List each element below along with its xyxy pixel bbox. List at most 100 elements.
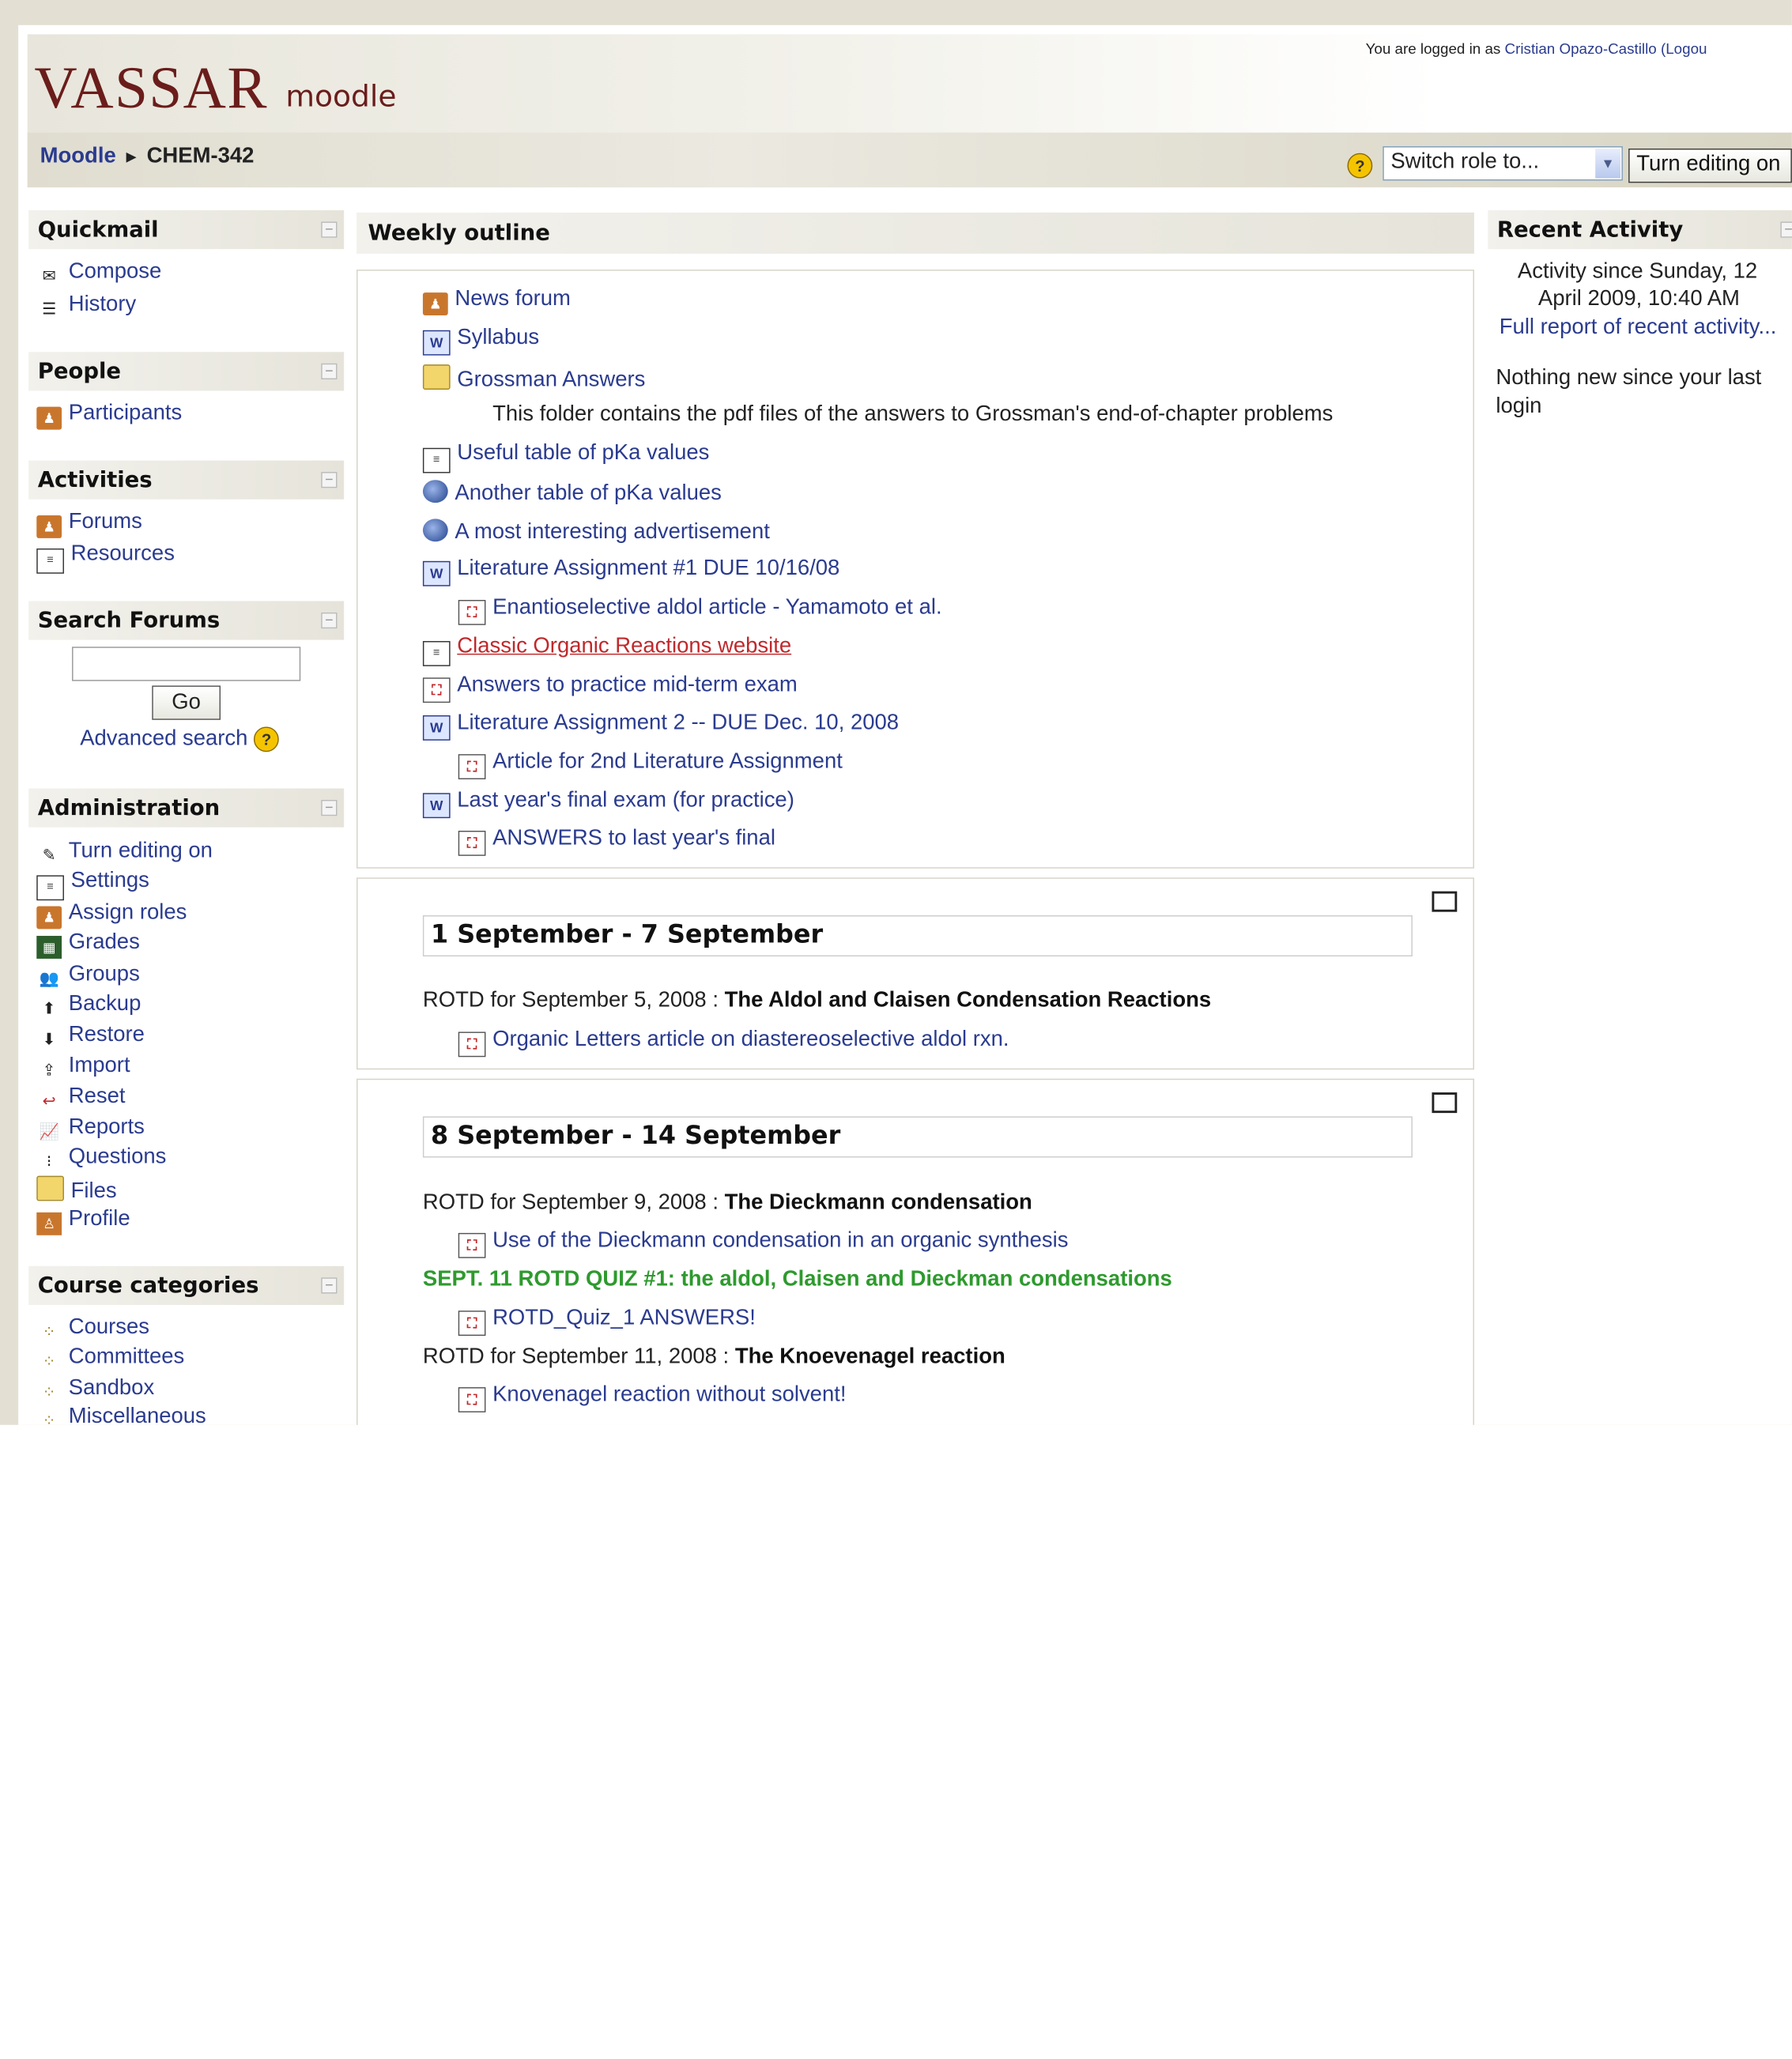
activity-link[interactable]: A most interesting advertisement <box>455 520 769 544</box>
activity-advertisement[interactable]: A most interesting advertisement <box>422 519 770 545</box>
activity-link[interactable]: Article for 2nd Literature Assignment <box>492 749 843 773</box>
collapse-icon[interactable] <box>321 799 338 816</box>
sidebar-item-label[interactable]: Resources <box>71 541 175 565</box>
help-icon[interactable]: ? <box>254 726 279 752</box>
collapse-icon[interactable] <box>1780 221 1792 238</box>
sidebar-item-label[interactable]: Reports <box>69 1115 145 1139</box>
sidebar-item-committees[interactable]: ⁘ Committees <box>36 1345 185 1373</box>
full-report-link[interactable]: Full report of recent activity... <box>1500 315 1777 339</box>
collapse-icon[interactable] <box>321 1277 338 1294</box>
advanced-search-link[interactable]: Advanced search <box>80 726 247 750</box>
activity-link[interactable]: Literature Assignment 2 -- DUE Dec. 10, … <box>457 711 899 734</box>
sidebar-item-groups[interactable]: 👥 Groups <box>36 962 140 990</box>
sidebar-item-label[interactable]: Settings <box>71 869 149 892</box>
activity-article-2nd-assignment[interactable]: ⛶ Article for 2nd Literature Assignment <box>458 749 843 779</box>
breadcrumb-home[interactable]: Moodle <box>40 144 116 168</box>
activity-dieckmann-synthesis[interactable]: ⛶ Use of the Dieckmann condensation in an… <box>458 1228 1068 1258</box>
sidebar-item-reset[interactable]: ↩ Reset <box>36 1084 126 1112</box>
sidebar-item-label[interactable]: History <box>69 292 136 316</box>
activity-link[interactable]: Answers to practice mid-term exam <box>457 673 797 697</box>
sidebar-item-label[interactable]: Backup <box>69 992 141 1016</box>
sidebar-item-history[interactable]: ☰ History <box>36 292 136 320</box>
sidebar-item-reports[interactable]: 📈 Reports <box>36 1115 145 1143</box>
activity-link[interactable]: Another table of pKa values <box>455 481 721 505</box>
sidebar-item-sandbox[interactable]: ⁘ Sandbox <box>36 1376 155 1404</box>
sidebar-item-backup[interactable]: ⬆ Backup <box>36 992 141 1020</box>
search-input[interactable] <box>72 647 301 681</box>
activity-link[interactable]: Classic Organic Reactions website <box>457 634 791 658</box>
activity-link[interactable]: Useful table of pKa values <box>457 441 709 465</box>
collapse-icon[interactable] <box>321 363 338 379</box>
sidebar-item-label[interactable]: Assign roles <box>69 900 187 924</box>
sidebar-item-label[interactable]: Miscellaneous <box>69 1405 206 1425</box>
sidebar-item-resources[interactable]: ≡ Resources <box>36 541 175 574</box>
sidebar-item-label[interactable]: Courses <box>69 1315 149 1339</box>
highlight-week-icon[interactable] <box>1432 1092 1458 1114</box>
activity-link[interactable]: Organic Letters article on diastereosele… <box>492 1028 1009 1051</box>
activity-grossman-answers[interactable]: Grossman Answers <box>422 364 645 393</box>
sidebar-item-label[interactable]: Restore <box>69 1023 145 1046</box>
highlight-week-icon[interactable] <box>1432 891 1458 912</box>
activity-news-forum[interactable]: ♟ News forum <box>422 287 571 316</box>
activity-link[interactable]: Knovenagel reaction without solvent! <box>492 1382 846 1406</box>
activity-another-pka-table[interactable]: Another table of pKa values <box>422 480 722 506</box>
sidebar-item-miscellaneous[interactable]: ⁘ Miscellaneous <box>36 1405 206 1425</box>
activity-midterm-answers[interactable]: ⛶ Answers to practice mid-term exam <box>422 673 798 703</box>
sidebar-item-files[interactable]: Files <box>36 1175 117 1205</box>
user-link[interactable]: Cristian Opazo-Castillo <box>1505 40 1657 58</box>
switch-role-select[interactable]: Switch role to... ▼ <box>1383 146 1623 181</box>
sidebar-item-import[interactable]: ⇪ Import <box>36 1054 130 1081</box>
sidebar-item-questions[interactable]: ⁝ Questions <box>36 1145 166 1173</box>
sidebar-item-label[interactable]: Files <box>71 1179 117 1203</box>
sidebar-item-label[interactable]: Grades <box>69 930 140 954</box>
sidebar-item-forums[interactable]: ♟ Forums <box>36 510 142 538</box>
collapse-icon[interactable] <box>321 612 338 629</box>
collapse-icon[interactable] <box>321 472 338 488</box>
turn-editing-on-button[interactable]: Turn editing on <box>1628 148 1792 183</box>
activity-final-answers[interactable]: ⛶ ANSWERS to last year's final <box>458 826 775 856</box>
sidebar-item-label[interactable]: Compose <box>69 259 162 283</box>
collapse-icon[interactable] <box>321 221 338 238</box>
sidebar-item-grades[interactable]: ▦ Grades <box>36 930 140 959</box>
activity-link[interactable]: ROTD_Quiz_1 ANSWERS! <box>492 1306 756 1329</box>
activity-link[interactable]: Enantioselective aldol article - Yamamot… <box>492 595 941 619</box>
activity-last-year-final[interactable]: W Last year's final exam (for practice) <box>422 789 794 819</box>
sidebar-item-settings[interactable]: ≡ Settings <box>36 869 149 901</box>
sidebar-item-assign-roles[interactable]: ♟ Assign roles <box>36 900 187 930</box>
sidebar-item-label[interactable]: Import <box>69 1054 130 1077</box>
activity-pka-table[interactable]: ≡ Useful table of pKa values <box>422 441 709 473</box>
sidebar-item-label[interactable]: Forums <box>69 510 142 534</box>
activity-lit-assignment-1[interactable]: W Literature Assignment #1 DUE 10/16/08 <box>422 556 839 586</box>
activity-link[interactable]: Syllabus <box>457 326 539 349</box>
sidebar-item-label[interactable]: Questions <box>69 1145 167 1169</box>
activity-link[interactable]: Use of the Dieckmann condensation in an … <box>492 1228 1068 1252</box>
chevron-down-icon[interactable]: ▼ <box>1595 148 1621 179</box>
sidebar-item-compose[interactable]: ✉ Compose <box>36 259 162 287</box>
sidebar-item-participants[interactable]: ♟ Participants <box>36 401 183 430</box>
activity-link[interactable]: ANSWERS to last year's final <box>492 826 775 850</box>
activity-classic-organic-reactions[interactable]: ≡ Classic Organic Reactions website <box>422 634 791 666</box>
activity-aldol-article[interactable]: ⛶ Enantioselective aldol article - Yamamo… <box>458 595 942 625</box>
activity-link[interactable]: News forum <box>455 287 571 311</box>
sidebar-item-label[interactable]: Groups <box>69 962 140 986</box>
logout-link[interactable]: (Logou <box>1661 40 1707 58</box>
go-button[interactable]: Go <box>152 685 221 720</box>
sidebar-item-label[interactable]: Reset <box>69 1084 126 1108</box>
sidebar-item-label[interactable]: Profile <box>69 1207 130 1231</box>
activity-link[interactable]: Literature Assignment #1 DUE 10/16/08 <box>457 556 839 580</box>
sidebar-item-turn-editing[interactable]: ✎ Turn editing on <box>36 839 213 866</box>
sidebar-item-label[interactable]: Turn editing on <box>69 839 213 862</box>
activity-link[interactable]: Last year's final exam (for practice) <box>457 789 794 813</box>
sidebar-item-label[interactable]: Sandbox <box>69 1376 154 1400</box>
sidebar-item-label[interactable]: Committees <box>69 1345 185 1369</box>
help-icon[interactable]: ? <box>1347 153 1373 179</box>
activity-link[interactable]: Grossman Answers <box>457 368 645 392</box>
activity-organic-letters-article[interactable]: ⛶ Organic Letters article on diastereosel… <box>458 1028 1009 1058</box>
sidebar-item-restore[interactable]: ⬇ Restore <box>36 1023 145 1050</box>
sidebar-item-profile[interactable]: ♙ Profile <box>36 1207 130 1235</box>
activity-knoevenagel-article[interactable]: ⛶ Knovenagel reaction without solvent! <box>458 1382 847 1412</box>
sidebar-item-label[interactable]: Participants <box>69 401 183 424</box>
sidebar-item-courses[interactable]: ⁘ Courses <box>36 1315 149 1343</box>
activity-quiz-answers[interactable]: ⛶ ROTD_Quiz_1 ANSWERS! <box>458 1306 756 1337</box>
activity-syllabus[interactable]: W Syllabus <box>422 326 539 356</box>
